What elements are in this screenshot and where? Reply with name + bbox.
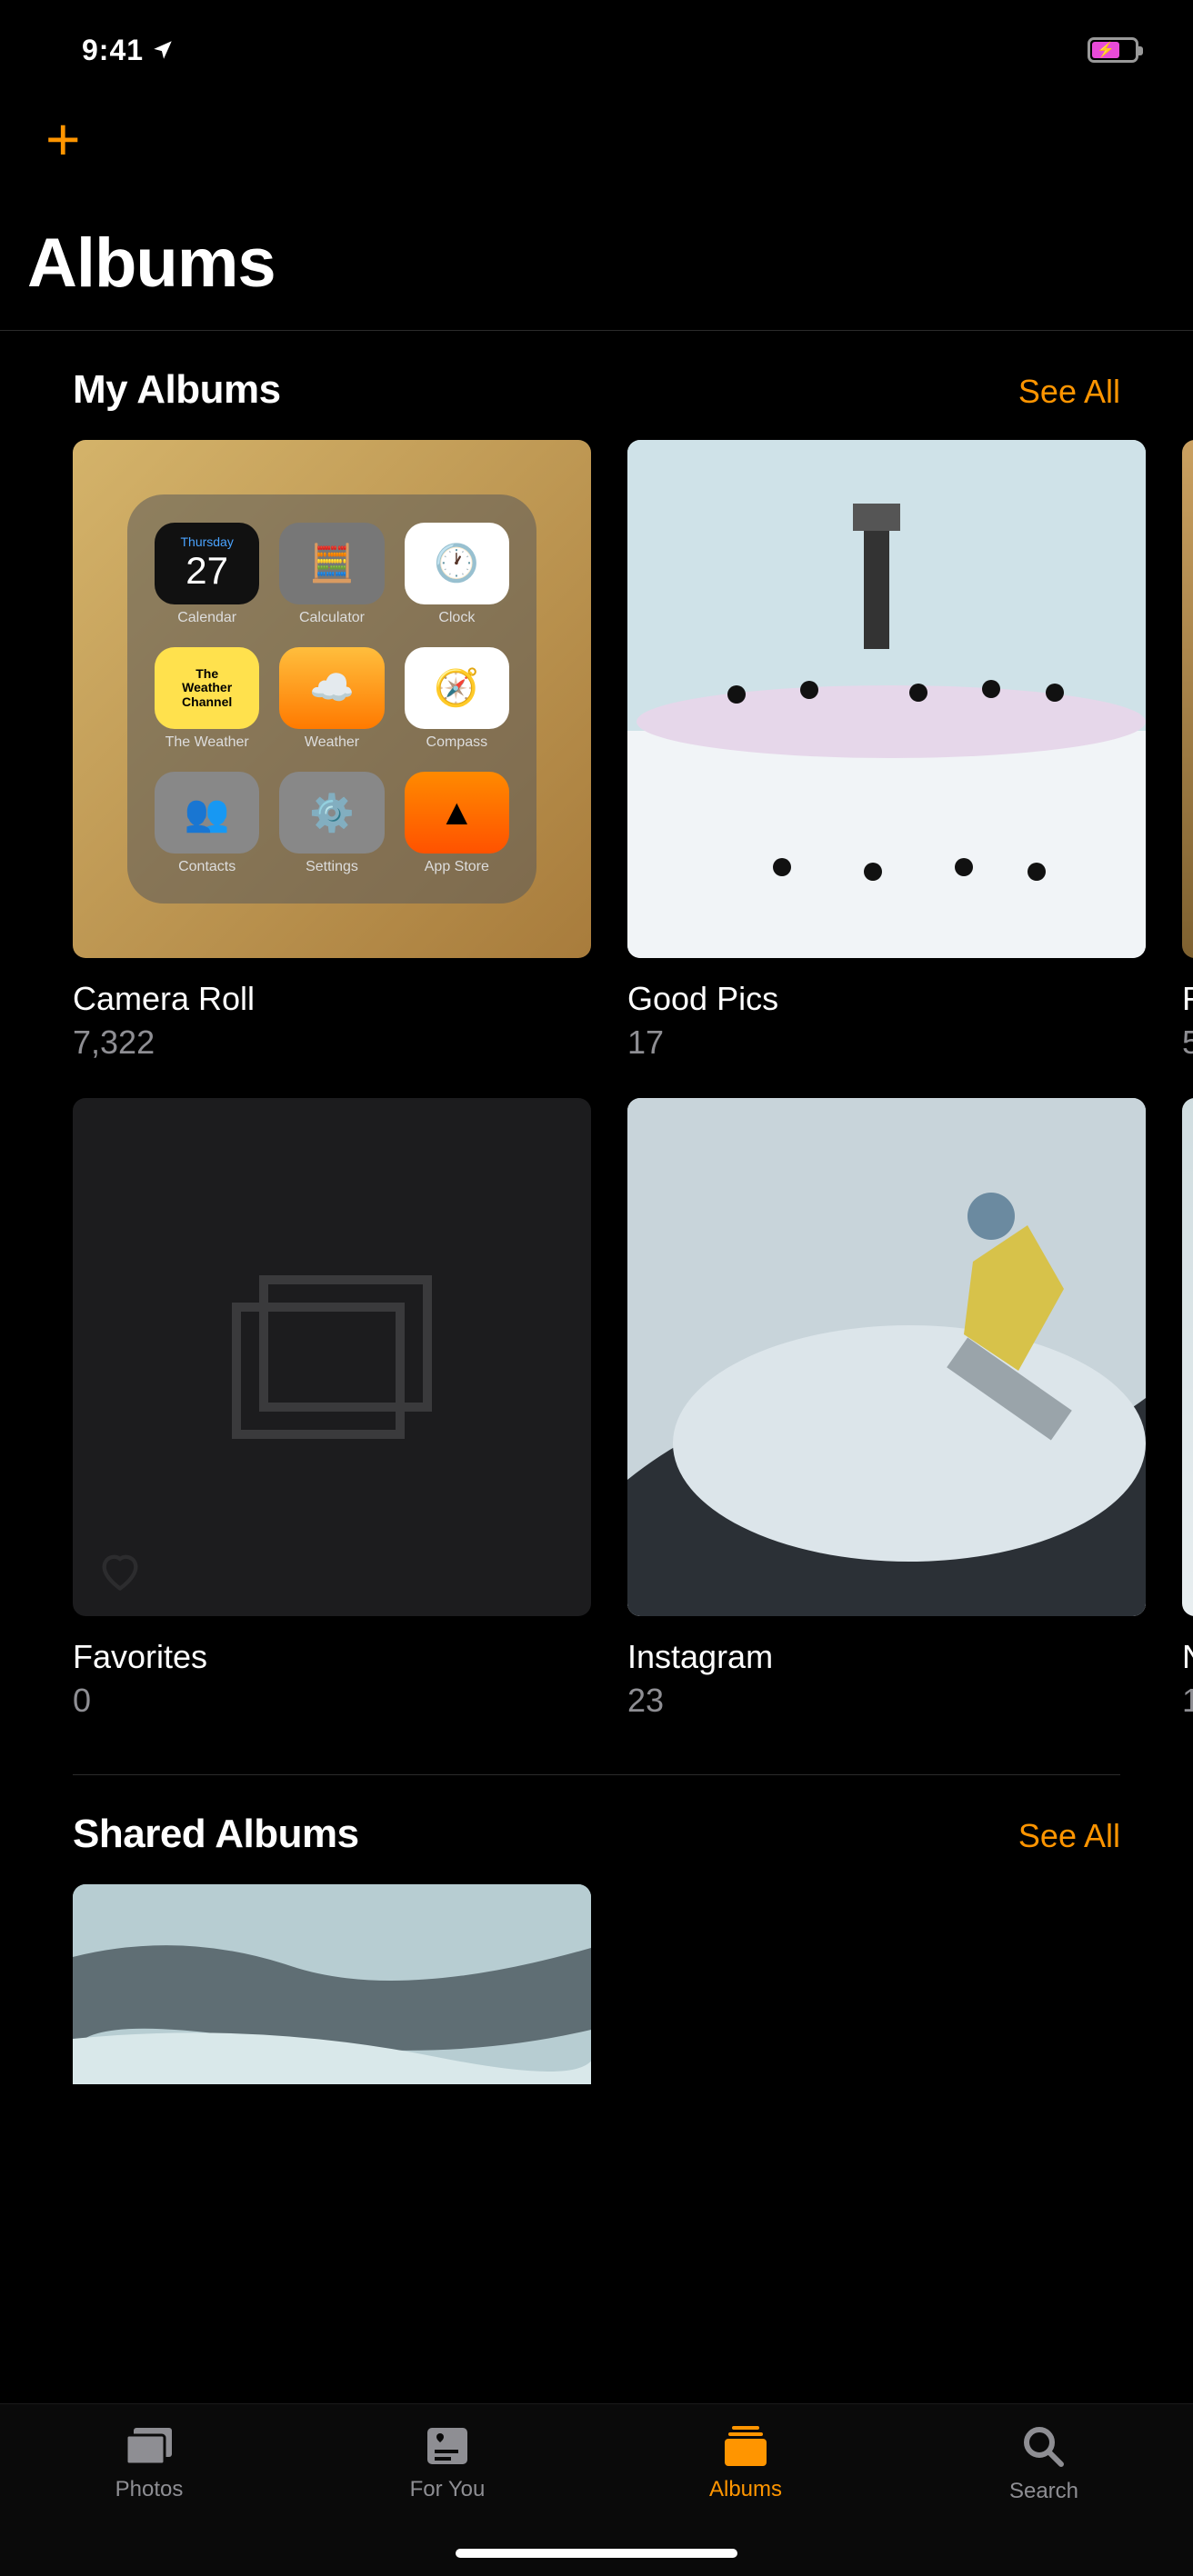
- albums-icon: [719, 2424, 772, 2468]
- album-instagram[interactable]: Instagram 23: [627, 1098, 1146, 1720]
- album-count: 7,322: [73, 1023, 591, 1062]
- album-thumbnail: [1182, 440, 1193, 958]
- album-title: N: [1182, 1638, 1193, 1676]
- tab-albums[interactable]: Albums: [596, 2424, 895, 2502]
- tab-bar: Photos For You Albums Search: [0, 2403, 1193, 2576]
- album-thumbnail: [627, 440, 1146, 958]
- shared-albums-header: Shared Albums See All: [0, 1775, 1193, 1884]
- tab-label: Photos: [115, 2477, 184, 2502]
- album-title: Camera Roll: [73, 980, 591, 1018]
- heart-icon: [95, 1547, 145, 1594]
- status-time: 9:41: [82, 34, 175, 67]
- album-thumbnail: Thursday27Calendar 🧮Calculator 🕐Clock Th…: [73, 440, 591, 958]
- tab-label: Search: [1009, 2479, 1078, 2504]
- home-indicator[interactable]: [456, 2549, 737, 2558]
- album-count: 5: [1182, 1023, 1193, 1062]
- add-album-button[interactable]: +: [45, 109, 1148, 169]
- my-albums-title: My Albums: [73, 367, 281, 413]
- album-count: 17: [627, 1023, 1146, 1062]
- tab-label: Albums: [709, 2477, 782, 2502]
- search-icon: [1021, 2424, 1067, 2470]
- album-thumbnail: [1182, 1098, 1193, 1616]
- for-you-icon: [424, 2424, 471, 2468]
- charging-bolt-icon: ⚡: [1097, 41, 1115, 59]
- shared-albums-see-all[interactable]: See All: [1018, 1817, 1120, 1855]
- tab-photos[interactable]: Photos: [0, 2424, 298, 2502]
- album-title: Good Pics: [627, 980, 1146, 1018]
- album-peek[interactable]: N 1: [1182, 1098, 1193, 1720]
- album-thumbnail: [73, 1098, 591, 1616]
- tab-label: For You: [410, 2477, 486, 2502]
- album-count: 23: [627, 1682, 1146, 1720]
- tab-for-you[interactable]: For You: [298, 2424, 596, 2502]
- album-title: Favorites: [73, 1638, 591, 1676]
- tab-search[interactable]: Search: [895, 2424, 1193, 2504]
- album-camera-roll[interactable]: Thursday27Calendar 🧮Calculator 🕐Clock Th…: [73, 440, 591, 1062]
- album-title: F: [1182, 980, 1193, 1018]
- album-peek[interactable]: F 5: [1182, 440, 1193, 1062]
- empty-album-icon: [227, 1271, 436, 1443]
- battery-icon: ⚡: [1088, 37, 1138, 63]
- shared-albums-title: Shared Albums: [73, 1812, 359, 1857]
- clock-text: 9:41: [82, 34, 144, 67]
- location-icon: [151, 38, 175, 62]
- album-count: 1: [1182, 1682, 1193, 1720]
- photos-icon: [123, 2424, 175, 2468]
- album-good-pics[interactable]: Good Pics 17: [627, 440, 1146, 1062]
- my-albums-header: My Albums See All: [0, 331, 1193, 440]
- album-thumbnail: [627, 1098, 1146, 1616]
- shared-album-thumbnail[interactable]: [73, 1884, 591, 2084]
- album-title: Instagram: [627, 1638, 1146, 1676]
- album-favorites[interactable]: Favorites 0: [73, 1098, 591, 1720]
- album-count: 0: [73, 1682, 591, 1720]
- page-title: Albums: [0, 224, 1193, 330]
- status-bar: 9:41 ⚡: [0, 0, 1193, 91]
- my-albums-see-all[interactable]: See All: [1018, 373, 1120, 411]
